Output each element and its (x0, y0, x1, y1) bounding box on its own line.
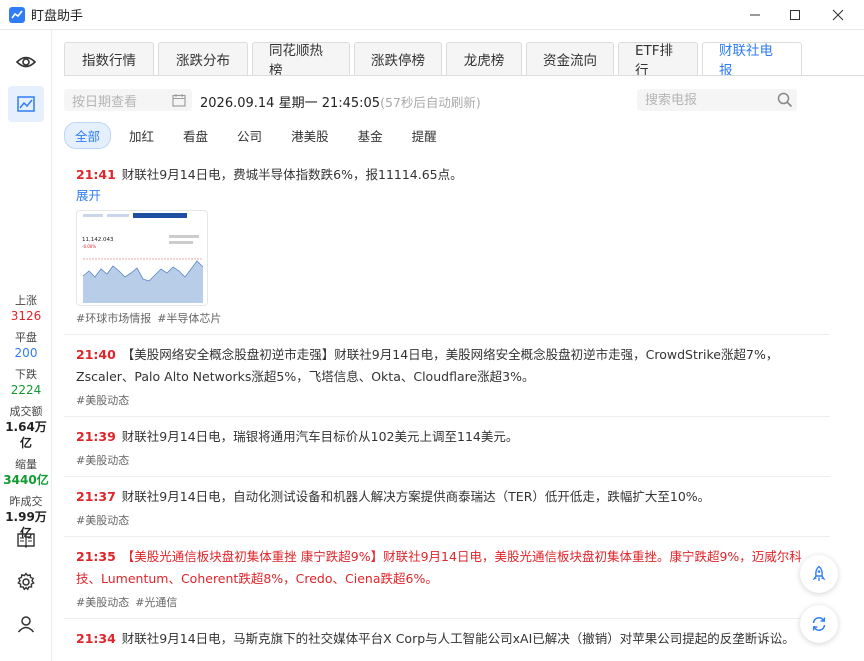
news-item: 21:37 财联社9月14日电，自动化测试设备和机器人解决方案提供商泰瑞达（TER… (64, 477, 830, 537)
news-item: 21:34 财联社9月14日电，马斯克旗下的社交媒体平台X Corp与人工智能公司… (64, 619, 830, 658)
market-nav-button[interactable] (8, 86, 44, 122)
gear-icon (17, 572, 35, 591)
stat-label: 上涨 (15, 294, 37, 307)
filter-hk-us[interactable]: 港美股 (280, 122, 340, 149)
news-tag[interactable]: #美股动态 (76, 394, 129, 407)
stat-label: 平盘 (15, 331, 37, 344)
tab-index-quotes[interactable]: 指数行情 (64, 42, 154, 76)
news-time: 21:37 (76, 489, 116, 504)
datetime-display: 2026.09.14 星期一 21:45:05(57秒后自动刷新) (200, 92, 481, 111)
news-text: 【美股光通信板块盘初集体重挫 康宁跌超9%】财联社9月14日电，美股光通信板块盘… (76, 549, 802, 586)
news-tag[interactable]: #美股动态 (76, 514, 129, 527)
calendar-icon (172, 94, 186, 107)
tab-divider (64, 75, 864, 76)
thumb-index-change: -6.00% (82, 244, 96, 249)
news-item-highlighted: 21:35 【美股光通信板块盘初集体重挫 康宁跌超9%】财联社9月14日电，美股光… (64, 537, 830, 619)
news-time: 21:35 (76, 549, 116, 564)
expand-link[interactable]: 展开 (76, 186, 818, 206)
tab-ths-hot[interactable]: 同花顺热榜 (252, 42, 350, 79)
stat-label: 成交额 (9, 405, 43, 418)
search-box (637, 89, 797, 111)
news-text: 【美股网络安全概念股盘初逆市走强】财联社9月14日电，美股网络安全概念股盘初逆市… (76, 347, 779, 384)
news-time: 21:34 (76, 631, 116, 646)
stat-label: 缩量 (15, 458, 37, 471)
date-picker[interactable]: 按日期查看 (64, 89, 192, 111)
stat-label: 昨成交 (9, 495, 43, 508)
market-stats: 上涨 3126 平盘 200 下跌 2224 成交额 1.64万亿 缩量 344… (0, 294, 52, 548)
minimize-icon (750, 14, 760, 16)
filter-market-watch[interactable]: 看盘 (172, 122, 219, 149)
filter-alert[interactable]: 提醒 (401, 122, 448, 149)
news-image-thumbnail[interactable]: 11,142.043 -6.00% (76, 210, 208, 306)
book-icon (17, 533, 35, 548)
news-text: 财联社9月14日电，瑞银将通用汽车目标价从102美元上调至114美元。 (121, 429, 519, 444)
current-datetime: 2026.09.14 星期一 21:45:05 (200, 96, 381, 111)
close-button[interactable] (818, 0, 858, 30)
tab-etf-rank[interactable]: ETF排行 (618, 42, 698, 79)
user-icon (17, 616, 35, 633)
left-rail: 上涨 3126 平盘 200 下跌 2224 成交额 1.64万亿 缩量 344… (0, 30, 52, 661)
stat-volume-change: 3440亿 (3, 473, 49, 487)
news-item: 21:39 财联社9月14日电，瑞银将通用汽车目标价从102美元上调至114美元。… (64, 417, 830, 477)
close-icon (832, 9, 844, 21)
tab-fund-flow[interactable]: 资金流向 (526, 42, 614, 76)
stat-flat-count: 200 (14, 346, 38, 360)
thumb-index-value: 11,142.043 (82, 237, 114, 243)
tab-cls-telegraph[interactable]: 财联社电报 (702, 42, 802, 79)
news-item: 21:41 财联社9月14日电，费城半导体指数跌6%，报11114.65点。 展开… (64, 155, 830, 335)
tab-bar: 指数行情 涨跌分布 同花顺热榜 涨跌停榜 龙虎榜 资金流向 ETF排行 财联社电… (64, 42, 806, 79)
minimize-button[interactable] (735, 0, 775, 30)
refresh-icon (812, 617, 826, 631)
news-text: 财联社9月14日电，马斯克旗下的社交媒体平台X Corp与人工智能公司xAI已解… (121, 631, 795, 646)
maximize-icon (790, 10, 800, 20)
title-bar: 盯盘助手 (0, 0, 864, 30)
news-time: 21:39 (76, 429, 116, 444)
news-tag[interactable]: #环球市场情报 (76, 312, 151, 325)
tab-dragon-tiger[interactable]: 龙虎榜 (446, 42, 522, 76)
filter-highlighted[interactable]: 加红 (118, 122, 165, 149)
watch-nav-button[interactable] (8, 44, 44, 80)
filter-all[interactable]: 全部 (64, 122, 112, 149)
news-tag[interactable]: #半导体芯片 (157, 312, 221, 325)
news-item: 21:40 【美股网络安全概念股盘初逆市走强】财联社9月14日电，美股网络安全概念… (64, 335, 830, 417)
search-icon[interactable] (777, 92, 793, 108)
voice-broadcast-button[interactable] (800, 555, 838, 593)
account-nav-button[interactable] (8, 606, 44, 642)
settings-nav-button[interactable] (8, 564, 44, 600)
eye-icon (16, 56, 36, 68)
filter-fund[interactable]: 基金 (347, 122, 394, 149)
tab-limit-list[interactable]: 涨跌停榜 (354, 42, 442, 76)
filter-bar: 全部 加红 看盘 公司 港美股 基金 提醒 (64, 122, 455, 149)
refresh-button[interactable] (800, 605, 838, 643)
stat-up-count: 3126 (10, 309, 42, 323)
chart-icon (17, 96, 35, 112)
news-tag[interactable]: #美股动态 (76, 454, 129, 467)
app-title: 盯盘助手 (31, 9, 84, 24)
search-input[interactable] (645, 92, 765, 108)
stat-down-count: 2224 (10, 383, 42, 397)
news-text: 财联社9月14日电，自动化测试设备和机器人解决方案提供商泰瑞达（TER）低开低走… (121, 489, 711, 504)
rocket-icon (812, 565, 826, 581)
maximize-button[interactable] (775, 0, 815, 30)
news-tag[interactable]: #美股动态 (76, 596, 129, 609)
news-time: 21:40 (76, 347, 116, 362)
refresh-hint: (57秒后自动刷新) (380, 95, 481, 110)
news-text: 财联社9月14日电，费城半导体指数跌6%，报11114.65点。 (121, 167, 463, 182)
notes-nav-button[interactable] (8, 522, 44, 558)
news-tag[interactable]: #光通信 (135, 596, 177, 609)
news-time: 21:41 (76, 167, 116, 182)
tab-distribution[interactable]: 涨跌分布 (158, 42, 248, 76)
telegraph-feed: 21:41 财联社9月14日电，费城半导体指数跌6%，报11114.65点。 展开… (64, 155, 830, 658)
date-placeholder: 按日期查看 (72, 94, 138, 110)
filter-company[interactable]: 公司 (226, 122, 273, 149)
chart-screenshot-image: 11,142.043 -6.00% (82, 213, 204, 303)
stat-turnover: 1.64万亿 (5, 420, 47, 450)
stat-label: 下跌 (15, 368, 37, 381)
app-logo-icon (9, 6, 25, 23)
